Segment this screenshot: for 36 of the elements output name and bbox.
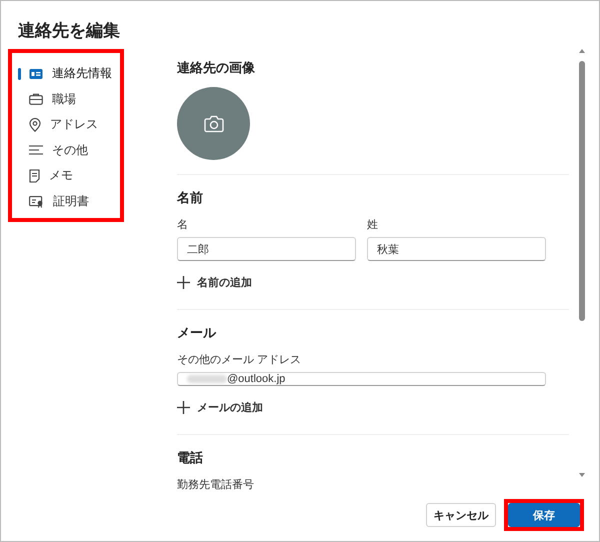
selection-indicator	[18, 68, 20, 80]
camera-icon	[204, 114, 224, 132]
dialog-title: 連絡先を編集	[17, 20, 121, 42]
text-lines-icon	[29, 145, 43, 156]
location-pin-icon	[29, 118, 41, 132]
section-heading: 連絡先の画像	[177, 59, 256, 77]
scrollbar-thumb[interactable]	[579, 61, 585, 321]
field-label: 姓	[367, 218, 378, 232]
scroll-up-icon[interactable]	[579, 49, 585, 53]
sidebar-item[interactable]: 証明書	[18, 188, 120, 214]
certificate-icon	[29, 194, 44, 208]
sidebar-item[interactable]: アドレス	[18, 112, 120, 138]
section-heading: 名前	[177, 189, 204, 207]
note-icon	[29, 168, 40, 183]
sidebar-item[interactable]: 連絡先情報	[18, 61, 120, 86]
sidebar-item[interactable]: その他	[18, 138, 120, 163]
add-email-button[interactable]: メールの追加	[177, 400, 263, 415]
section-heading: メール	[177, 324, 218, 342]
section-heading: 電話	[177, 449, 204, 467]
sidebar-item[interactable]: 職場	[18, 86, 120, 112]
field-label: 勤務先電話番号	[177, 478, 254, 492]
input-field[interactable]: @outlook.jp	[177, 372, 546, 386]
input-field[interactable]: 秋葉	[367, 237, 546, 261]
field-label: 名	[177, 218, 188, 232]
plus-icon	[177, 401, 190, 414]
scrollbar[interactable]	[578, 49, 586, 477]
briefcase-icon	[29, 93, 43, 106]
scroll-down-icon[interactable]	[579, 473, 585, 477]
field-label: その他のメール アドレス	[177, 353, 302, 367]
cancel-button[interactable]: キャンセル	[426, 503, 496, 527]
sidebar-item[interactable]: メモ	[18, 163, 120, 188]
input-field[interactable]: 二郎	[177, 237, 356, 261]
add-name-button[interactable]: 名前の追加	[177, 275, 252, 290]
plus-icon	[177, 276, 190, 289]
contact-card-icon	[29, 68, 43, 80]
save-button[interactable]: 保存	[508, 503, 580, 527]
